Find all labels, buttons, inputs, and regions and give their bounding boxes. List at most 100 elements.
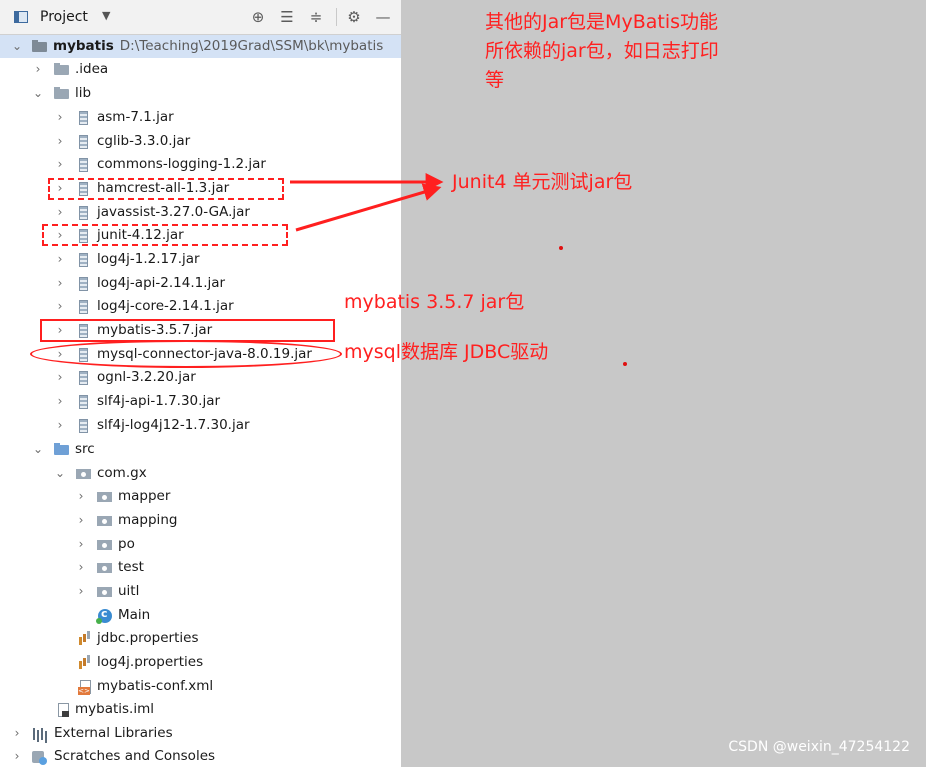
- jar-icon: [76, 110, 92, 126]
- dependency-note-line-2: 所依赖的jar包，如日志打印: [485, 40, 719, 62]
- chevron-right-icon[interactable]: ›: [54, 133, 66, 149]
- marker-dot: [559, 246, 563, 250]
- tree-node-jar[interactable]: › log4j-api-2.14.1.jar: [0, 272, 401, 295]
- tree-node-subpackage[interactable]: › test: [0, 556, 401, 579]
- mysql-note: mysql数据库 JDBC驱动: [344, 341, 549, 363]
- chevron-right-icon[interactable]: ›: [54, 369, 66, 385]
- jar-label: slf4j-log4j12-1.7.30.jar: [97, 417, 250, 433]
- chevron-right-icon[interactable]: ›: [54, 417, 66, 433]
- jar-icon: [76, 157, 92, 173]
- tree-node-label: .idea: [75, 61, 109, 77]
- tree-node-external-libraries[interactable]: › External Libraries: [0, 722, 401, 745]
- toolbar-divider: [336, 8, 337, 26]
- jar-label: log4j-core-2.14.1.jar: [97, 298, 234, 314]
- chevron-right-icon[interactable]: ›: [75, 559, 87, 575]
- tree-node-label: lib: [75, 85, 92, 101]
- chevron-down-icon[interactable]: ⌄: [54, 465, 66, 481]
- marker-dot: [623, 362, 627, 366]
- mybatis-highlight-box: [40, 319, 335, 342]
- chevron-down-icon[interactable]: ⌄: [11, 38, 23, 54]
- mybatis-note: mybatis 3.5.7 jar包: [344, 291, 525, 313]
- tree-node-jar[interactable]: › log4j-1.2.17.jar: [0, 248, 401, 271]
- tree-node-label: log4j.properties: [97, 654, 204, 670]
- java-class-icon: [96, 607, 112, 624]
- chevron-right-icon[interactable]: ›: [75, 512, 87, 528]
- package-icon: [97, 513, 113, 529]
- root-label: mybatis: [53, 38, 114, 54]
- jar-label: cglib-3.3.0.jar: [97, 133, 191, 149]
- tree-node-file[interactable]: mybatis-conf.xml: [0, 675, 401, 698]
- tree-node-label: mybatis-conf.xml: [97, 678, 214, 694]
- tree-node-jar[interactable]: › cglib-3.3.0.jar: [0, 130, 401, 153]
- expand-all-icon[interactable]: ☰: [276, 6, 298, 28]
- tree-node-lib[interactable]: ⌄ lib: [0, 82, 401, 105]
- chevron-right-icon[interactable]: ›: [75, 583, 87, 599]
- project-panel: Project ▼ ⊕ ☰ ≑ ⚙ — ⌄ mybatis D:\Teaching…: [0, 0, 401, 767]
- module-folder-icon: [32, 39, 48, 55]
- tree-node-subpackage[interactable]: › mapping: [0, 509, 401, 532]
- tree-node-src[interactable]: ⌄ src: [0, 438, 401, 461]
- tree-node-subpackage[interactable]: › mapper: [0, 485, 401, 508]
- tree-node-label: mybatis.iml: [75, 701, 155, 717]
- tree-node-label: po: [118, 536, 135, 552]
- tree-node-label: test: [118, 559, 144, 575]
- root-path: D:\Teaching\2019Grad\SSM\bk\mybatis: [119, 38, 384, 54]
- chevron-down-icon[interactable]: ▼: [102, 9, 110, 22]
- tree-node-jar[interactable]: › slf4j-log4j12-1.7.30.jar: [0, 414, 401, 437]
- jar-label: log4j-api-2.14.1.jar: [97, 275, 226, 291]
- tree-node-subpackage[interactable]: › uitl: [0, 580, 401, 603]
- package-icon: [97, 489, 113, 505]
- chevron-right-icon[interactable]: ›: [54, 275, 66, 291]
- chevron-right-icon[interactable]: ›: [32, 61, 44, 77]
- chevron-right-icon[interactable]: ›: [75, 488, 87, 504]
- chevron-right-icon[interactable]: ›: [54, 393, 66, 409]
- package-icon: [97, 584, 113, 600]
- chevron-right-icon[interactable]: ›: [54, 109, 66, 125]
- tree-node-iml[interactable]: mybatis.iml: [0, 698, 401, 721]
- jar-label: ognl-3.2.20.jar: [97, 369, 196, 385]
- package-icon: [97, 537, 113, 553]
- tree-node-jar[interactable]: › log4j-core-2.14.1.jar: [0, 295, 401, 318]
- libraries-icon: [32, 726, 48, 742]
- tree-node-jar[interactable]: › ognl-3.2.20.jar: [0, 366, 401, 389]
- dependency-note-line-3: 等: [485, 69, 505, 91]
- tree-node-root[interactable]: ⌄ mybatis D:\Teaching\2019Grad\SSM\bk\myb…: [0, 35, 401, 58]
- tree-node-file[interactable]: log4j.properties: [0, 651, 401, 674]
- tree-node-label: com.gx: [97, 465, 147, 481]
- project-toolwindow-header: Project ▼ ⊕ ☰ ≑ ⚙ —: [0, 0, 401, 35]
- tree-node-scratches[interactable]: › Scratches and Consoles: [0, 745, 401, 768]
- package-icon: [76, 466, 92, 482]
- chevron-down-icon[interactable]: ⌄: [32, 441, 44, 457]
- tree-node-file[interactable]: jdbc.properties: [0, 627, 401, 650]
- module-file-icon: [56, 702, 72, 718]
- package-icon: [97, 560, 113, 576]
- mysql-highlight-ellipse: [30, 340, 342, 368]
- tree-node-label: Main: [118, 607, 151, 623]
- tree-node-jar[interactable]: › commons-logging-1.2.jar: [0, 153, 401, 176]
- jar-icon: [76, 299, 92, 315]
- tree-node-package[interactable]: ⌄ com.gx: [0, 462, 401, 485]
- chevron-right-icon[interactable]: ›: [11, 748, 23, 764]
- chevron-right-icon[interactable]: ›: [11, 725, 23, 741]
- gear-icon[interactable]: ⚙: [343, 6, 365, 28]
- locate-icon[interactable]: ⊕: [247, 6, 269, 28]
- tree-node-jar[interactable]: › slf4j-api-1.7.30.jar: [0, 390, 401, 413]
- chevron-right-icon[interactable]: ›: [54, 204, 66, 220]
- chevron-right-icon[interactable]: ›: [75, 536, 87, 552]
- jar-icon: [76, 205, 92, 221]
- chevron-right-icon[interactable]: ›: [54, 156, 66, 172]
- tree-node-subpackage[interactable]: › po: [0, 533, 401, 556]
- chevron-right-icon[interactable]: ›: [54, 298, 66, 314]
- hide-icon[interactable]: —: [372, 6, 394, 28]
- dependency-note-line-1: 其他的Jar包是MyBatis功能: [485, 11, 719, 33]
- chevron-down-icon[interactable]: ⌄: [32, 85, 44, 101]
- tree-node-class[interactable]: Main: [0, 604, 401, 627]
- tree-node-jar[interactable]: › asm-7.1.jar: [0, 106, 401, 129]
- collapse-all-icon[interactable]: ≑: [305, 6, 327, 28]
- chevron-right-icon[interactable]: ›: [54, 251, 66, 267]
- project-view-selector[interactable]: Project: [40, 9, 88, 25]
- jar-label: log4j-1.2.17.jar: [97, 251, 200, 267]
- annotation-canvas: CSDN @weixin_47254122: [401, 0, 926, 767]
- tree-node-idea[interactable]: › .idea: [0, 58, 401, 81]
- tree-node-jar[interactable]: › javassist-3.27.0-GA.jar: [0, 201, 401, 224]
